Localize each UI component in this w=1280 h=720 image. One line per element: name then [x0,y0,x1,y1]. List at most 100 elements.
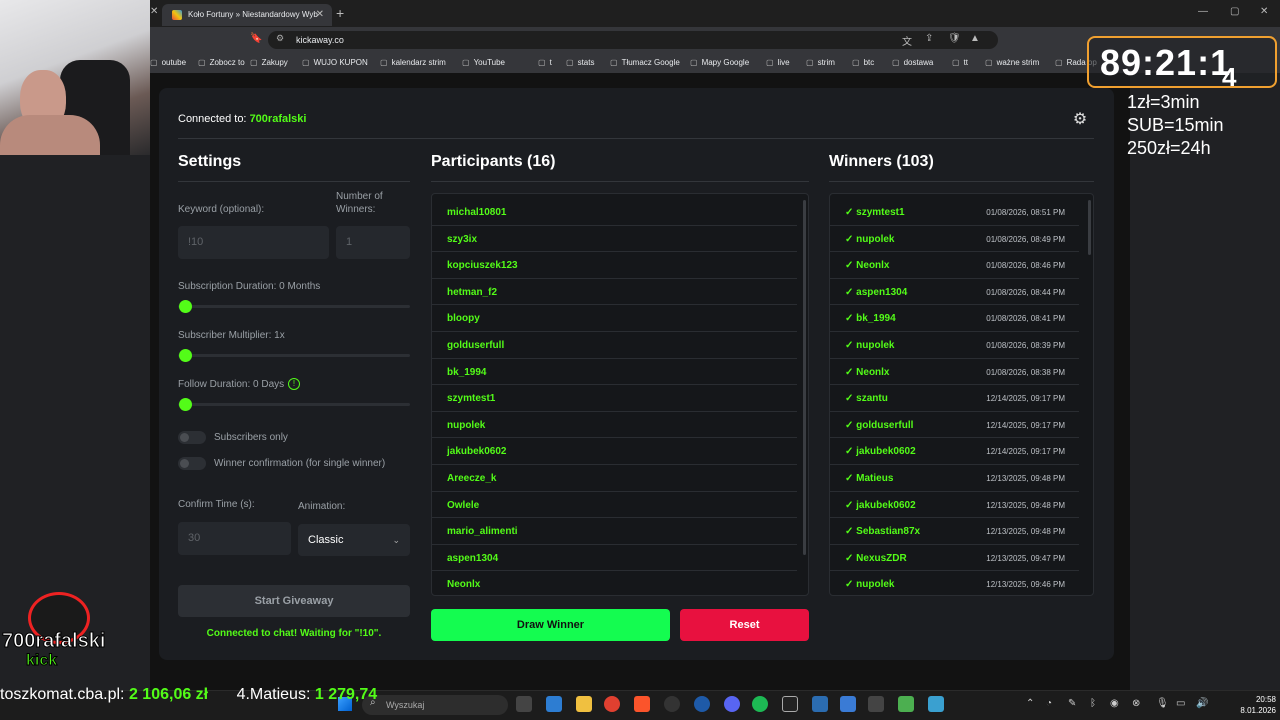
winner-name: ✓ jakubek0602 [845,446,916,458]
winners-list[interactable]: ✓ szymtest1 01/08/2026, 08:51 PM ✓ nupolek… [829,193,1094,596]
reset-button[interactable]: Reset [680,609,809,641]
winner-row: ✓ nupolek 12/13/2025, 09:46 PM [830,571,1079,595]
translate-icon[interactable]: 文 [902,33,912,48]
window-close-icon[interactable]: ✕ [1260,6,1268,17]
participants-scrollbar[interactable] [803,200,806,555]
ticker-amount: 2 106,06 zł [128,686,209,703]
bookmark-icon[interactable]: 🔖 [250,33,262,44]
winner-name: ✓ Neonlx [845,260,890,272]
clock-date: 8.01.2026 [1240,706,1276,715]
winner-date: 12/13/2025, 09:48 PM [986,474,1065,483]
sub-duration-slider[interactable] [178,305,410,308]
participant-row: jakubek0602 [432,438,797,465]
winners-count-input[interactable]: 1 [336,226,410,259]
keyword-placeholder: !10 [188,236,204,248]
winner-name: ✓ golduserfull [845,419,914,431]
winner-row: ✓ bk_1994 01/08/2026, 08:41 PM [830,305,1079,332]
participant-row: szymtest1 [432,385,797,412]
streamer-logo: 700rafalski kick [1,590,110,672]
winner-row: ✓ szymtest1 01/08/2026, 08:51 PM [830,199,1079,226]
participants-title: Participants (16) [431,153,556,170]
winner-name: ✓ NexusZDR [845,552,907,564]
webcam-feed [0,0,150,155]
bookmark-item[interactable]: t [538,58,552,67]
winners-count-placeholder: 1 [346,236,353,248]
participant-name: golduserfull [447,340,505,351]
draw-winner-button[interactable]: Draw Winner [431,609,670,641]
bookmark-item[interactable]: strim [806,58,835,67]
logo-name: 700rafalski [1,630,106,653]
participant-row: hetman_f2 [432,279,797,306]
new-tab-icon[interactable]: + [336,5,344,21]
winner-row: ✓ golduserfull 12/14/2025, 09:17 PM [830,412,1079,439]
participants-divider [431,181,809,182]
winner-name: ✓ jakubek0602 [845,499,916,511]
participant-row: golduserfull [432,332,797,359]
winner-row: ✓ nupolek 01/08/2026, 08:39 PM [830,332,1079,359]
participants-list[interactable]: michal10801 szy3ix kopciuszek123 hetman_f2 b… [431,193,809,596]
connected-label: Connected to: [178,113,247,125]
bookmark-item[interactable]: Mapy Google [690,58,750,67]
start-giveaway-button[interactable]: Start Giveaway [178,585,410,617]
keyword-input[interactable]: !10 [178,226,329,259]
confirm-time-placeholder: 30 [188,532,201,544]
animation-select[interactable]: Classic ⌄ [298,524,410,556]
bookmark-item[interactable]: kalendarz strim [380,58,446,67]
share-icon[interactable]: ⇪ [925,33,933,44]
subscribers-only-toggle[interactable] [178,431,206,444]
winner-date: 01/08/2026, 08:39 PM [986,341,1065,350]
bookmark-item[interactable]: Tłumacz Google [610,58,680,67]
sub-multiplier-label: Subscriber Multiplier: 1x [178,330,285,341]
bookmark-item[interactable]: tt [952,58,968,67]
keyword-label: Keyword (optional): [178,204,265,215]
sub-multiplier-slider-thumb[interactable] [179,349,192,362]
sub-multiplier-slider[interactable] [178,354,410,357]
rate-text: SUB=15min [1127,115,1224,135]
minimize-icon[interactable]: — [1198,6,1208,17]
bookmark-item[interactable]: ważne strim [985,58,1040,67]
rewards-icon[interactable]: ▲ [970,33,980,44]
tab-close-icon[interactable]: ✕ [316,4,324,26]
participant-row: kopciuszek123 [432,252,797,279]
follow-duration-slider[interactable] [178,403,410,406]
sub-duration-slider-thumb[interactable] [179,300,192,313]
winner-name: ✓ nupolek [845,340,895,351]
tab-active[interactable]: Koło Fortuny » Niestandardowy Wyb ✕ [162,4,332,26]
bookmark-item[interactable]: btc [852,58,875,67]
winner-confirmation-toggle[interactable] [178,457,206,470]
chevron-down-icon: ⌄ [392,535,400,545]
bookmark-item[interactable]: stats [566,58,595,67]
bookmark-item[interactable]: outube [150,58,186,67]
bookmark-item[interactable]: live [766,58,790,67]
bookmark-item[interactable]: WUJO KUPON [302,58,368,67]
winner-name: ✓ Sebastian87x [845,526,921,538]
settings-gear-icon[interactable]: ⚙ [1068,108,1092,132]
confirm-time-input[interactable]: 30 [178,522,291,555]
brave-shield-icon[interactable]: 🛡 [948,33,961,44]
ticker-site: toszkomat.cba.pl: [0,686,125,703]
info-icon[interactable]: ! [288,378,300,390]
winner-date: 01/08/2026, 08:51 PM [986,208,1065,217]
winner-row: ✓ nupolek 01/08/2026, 08:49 PM [830,226,1079,253]
participant-row: michal10801 [432,199,797,226]
participant-row: bloopy [432,305,797,332]
bookmark-item[interactable]: Zakupy [250,58,288,67]
winners-divider [829,181,1094,182]
participant-name: jakubek0602 [447,446,507,458]
tab-title: Koło Fortuny » Niestandardowy Wyb [188,10,318,19]
winners-count-label: Number of Winners: [336,191,383,215]
close-icon[interactable]: ✕ [150,6,158,17]
winners-scrollbar[interactable] [1088,200,1091,255]
winner-name: ✓ nupolek [845,579,895,591]
site-info-icon[interactable]: ⚙ [276,33,284,44]
bookmark-item[interactable]: Zobocz to [198,58,245,67]
follow-duration-slider-thumb[interactable] [179,398,192,411]
winner-date: 01/08/2026, 08:44 PM [986,287,1065,297]
bookmark-item[interactable]: dostawa [892,58,934,67]
sub-duration-label: Subscription Duration: 0 Months [178,281,321,292]
header-divider [178,138,1094,139]
connection-info: Connected to: 700rafalski [178,113,306,125]
maximize-icon[interactable]: ▢ [1230,6,1239,17]
url-input[interactable]: kickaway.co [268,31,998,49]
bookmark-item[interactable]: YouTube [462,58,505,67]
